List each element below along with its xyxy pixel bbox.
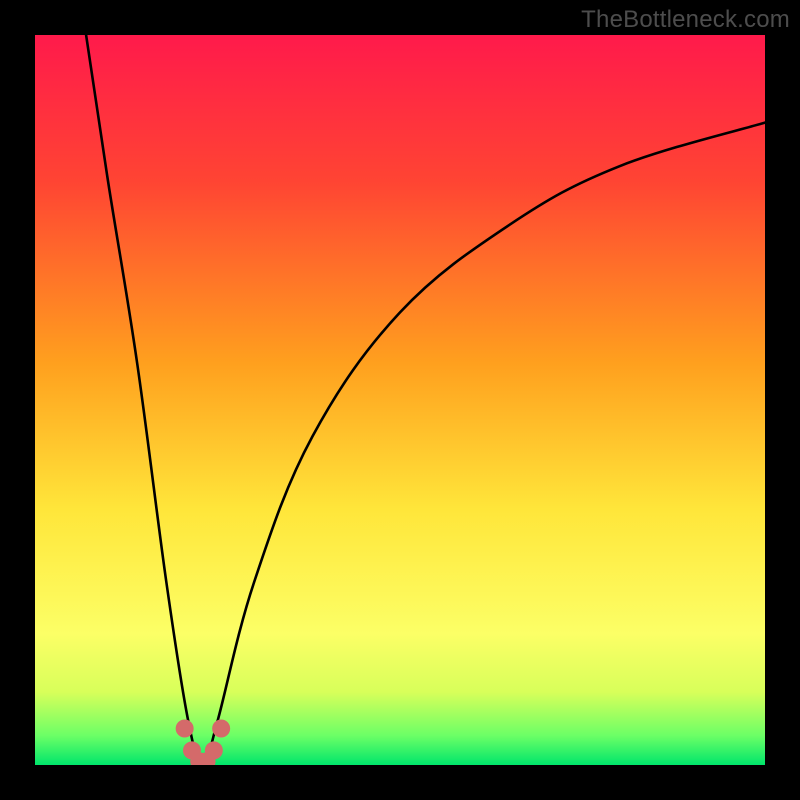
curve-marker xyxy=(212,720,230,738)
curve-marker xyxy=(176,720,194,738)
watermark-text: TheBottleneck.com xyxy=(581,6,790,34)
gradient-bg xyxy=(35,35,765,765)
bottleneck-chart xyxy=(35,35,765,765)
plot-area xyxy=(35,35,765,765)
chart-frame: TheBottleneck.com xyxy=(0,0,800,800)
curve-marker xyxy=(205,741,223,759)
